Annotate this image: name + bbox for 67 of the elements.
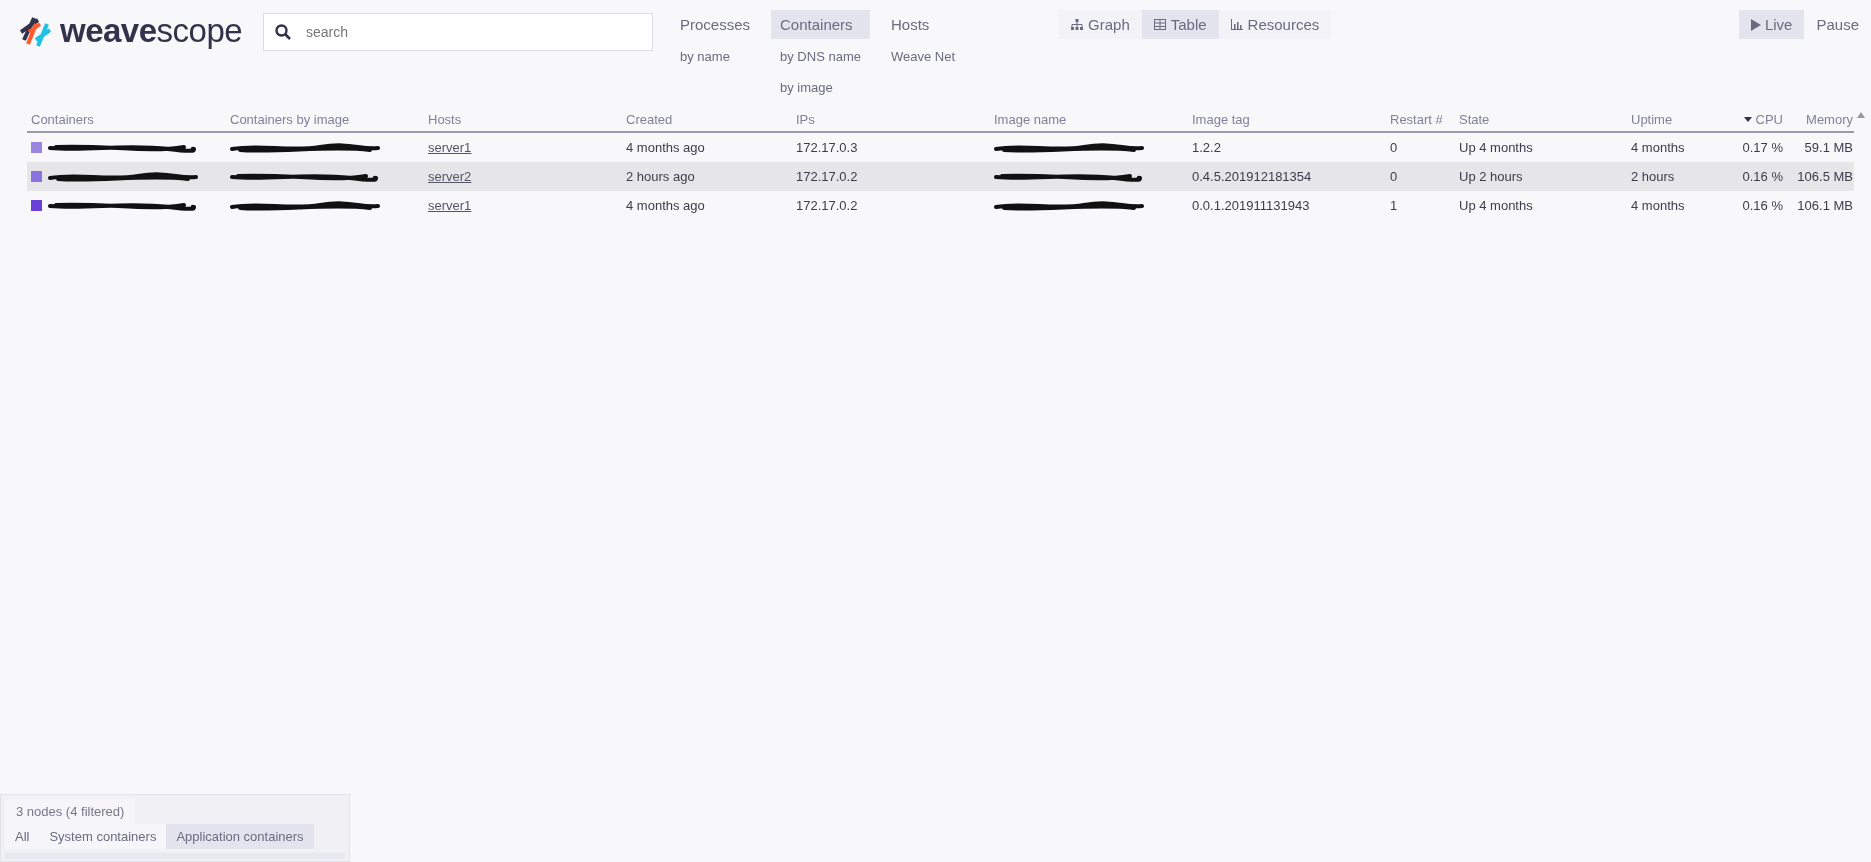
column-header[interactable]: Image name [994,112,1192,127]
table-row[interactable]: server1 4 months ago 172.17.0.3 1.2.2 0 Up 4 months 4 months 0.17 % 59.1 MB [27,133,1854,162]
filter-option[interactable]: System containers [39,824,167,849]
table-cell: 4 months ago [626,140,705,155]
view-mode-button[interactable]: Table [1141,10,1219,39]
live-button[interactable]: Live [1738,10,1805,39]
view-mode-button[interactable]: Resources [1218,10,1332,39]
table-cell: 172.17.0.2 [796,198,858,213]
table-cell: 4 months [1631,198,1685,213]
table-cell: 0.0.1.201911131943 [1192,198,1310,213]
table-cell: 4 months ago [626,198,705,213]
table-cell: 106.1 MB [1797,198,1853,213]
sort-caret-icon [1743,117,1752,122]
play-icon [1750,18,1761,31]
hierarchy-icon [1071,18,1084,31]
sub-topology-tab[interactable]: by name [671,43,760,70]
topology-tab[interactable]: Processes [671,10,760,39]
column-header[interactable]: State [1459,112,1631,127]
host-link[interactable]: server1 [428,140,472,155]
table-cell: Up 4 months [1459,140,1533,155]
logo-icon [20,14,54,48]
topology-tab[interactable]: Containers [771,10,870,39]
column-header[interactable]: Uptime [1631,112,1731,127]
filter-option[interactable]: Application containers [166,824,314,849]
column-header[interactable]: CPU [1731,112,1783,127]
scroll-up-icon[interactable] [1857,112,1865,118]
table-cell: 1.2.2 [1192,140,1221,155]
sub-topology-tab[interactable]: Weave Net [881,43,965,70]
column-header[interactable]: Memory [1783,112,1853,127]
table-cell: 0.4.5.201912181354 [1192,169,1312,184]
host-link[interactable]: server1 [428,198,472,213]
table-cell: 0 [1390,169,1398,184]
sub-topology-tab[interactable]: by DNS name [771,43,870,70]
table-icon [1153,19,1166,30]
bar-chart-icon [1230,19,1243,30]
column-header[interactable]: Image tag [1192,112,1390,127]
table-cell: 4 months [1631,140,1685,155]
pause-button[interactable]: Pause [1804,10,1871,39]
column-header[interactable]: Containers [31,112,230,127]
column-header[interactable]: Restart # [1390,112,1459,127]
column-header[interactable]: Containers by image [230,112,428,127]
column-header[interactable]: IPs [796,112,994,127]
column-header[interactable]: Created [626,112,796,127]
table-cell: Up 2 hours [1459,169,1523,184]
table-cell: 0 [1390,140,1398,155]
table-cell: 2 hours ago [626,169,695,184]
node-count-status: 3 nodes (4 filtered) [5,799,136,824]
view-mode-button[interactable]: Graph [1059,10,1142,39]
table-cell: 0.16 % [1742,169,1783,184]
table-cell: 0.17 % [1742,140,1783,155]
sub-topology-tab[interactable]: by image [771,74,870,101]
table-row[interactable]: server1 4 months ago 172.17.0.2 0.0.1.201911131943 1 Up 4 months 4 months 0.16 % 106.1 MB [27,191,1854,220]
host-link[interactable]: server2 [428,169,472,184]
table-cell: 172.17.0.2 [796,169,858,184]
table-row[interactable]: server2 2 hours ago 172.17.0.2 0.4.5.201912181354 0 Up 2 hours 2 hours 0.16 % 106.5 MB [27,162,1854,191]
filter-option[interactable]: All [5,824,40,849]
column-header[interactable]: Hosts [428,112,626,127]
table-cell: 59.1 MB [1804,140,1853,155]
table-cell: 1 [1390,198,1398,213]
table-cell: 172.17.0.3 [796,140,858,155]
table-cell: 0.16 % [1742,198,1783,213]
table-cell: 2 hours [1631,169,1675,184]
search-field[interactable]: search [263,13,653,51]
table-cell: Up 4 months [1459,198,1533,213]
table-cell: 106.5 MB [1797,169,1853,184]
logo-wordmark: weavescope [60,12,243,50]
topology-tab[interactable]: Hosts [881,10,965,39]
